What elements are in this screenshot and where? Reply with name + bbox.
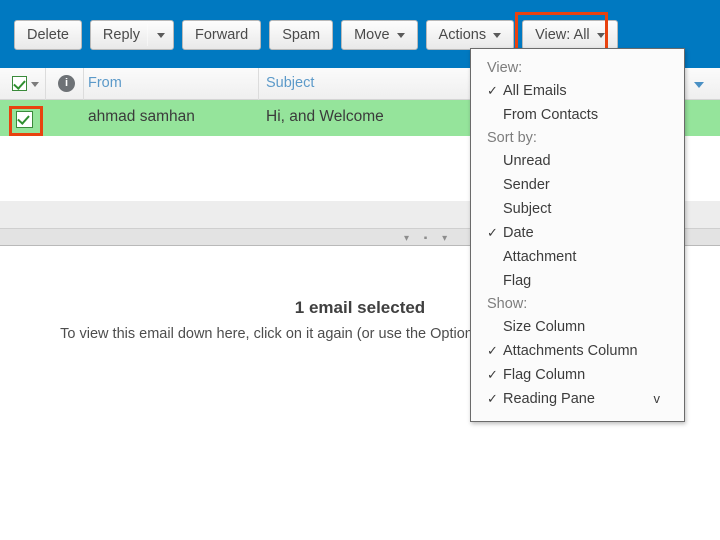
menu-item-label: Size Column [503, 319, 586, 335]
menu-item-label: Flag [503, 273, 532, 289]
menu-item-label: From Contacts [503, 107, 599, 123]
move-button[interactable]: Move [341, 20, 418, 50]
menu-item-label: All Emails [503, 83, 567, 99]
submenu-chevron-icon: v [653, 391, 661, 406]
menu-item-from-contacts[interactable]: From Contacts [471, 103, 684, 127]
move-button-label: Move [354, 27, 390, 43]
view-button[interactable]: View: All [522, 20, 618, 50]
splitter-grip-icon: ▾ ▪ ▾ [404, 233, 454, 244]
menu-item-unread[interactable]: Unread [471, 149, 684, 173]
column-header-from[interactable]: From [88, 75, 122, 91]
menu-item-label: Sender [503, 177, 550, 193]
check-icon: ✓ [487, 83, 498, 98]
menu-item-label: Attachment [503, 249, 577, 265]
message-checkbox-highlight-box [9, 106, 43, 136]
spam-button-label: Spam [282, 27, 321, 43]
check-icon: ✓ [487, 391, 498, 406]
select-all-chevron-down-icon[interactable] [31, 82, 39, 87]
actions-button-label: Actions [438, 27, 487, 43]
menu-item-attachments-column[interactable]: ✓ Attachments Column [471, 339, 684, 363]
chevron-down-icon [493, 32, 502, 38]
menu-item-size-column[interactable]: Size Column [471, 315, 684, 339]
view-dropdown-menu[interactable]: View: ✓ All Emails From Contacts Sort by… [470, 48, 685, 422]
menu-item-label: Reading Pane [503, 391, 595, 407]
select-all-checkbox[interactable] [12, 76, 27, 91]
spam-button[interactable]: Spam [269, 20, 334, 50]
menu-item-label: Attachments Column [503, 343, 638, 359]
menu-section-sort-by: Sort by: [487, 130, 537, 146]
forward-button-label: Forward [195, 27, 249, 43]
menu-item-label: Unread [503, 153, 551, 169]
reply-button-label: Reply [102, 27, 140, 43]
column-divider [45, 68, 46, 100]
menu-item-all-emails[interactable]: ✓ All Emails [471, 79, 684, 103]
check-icon: ✓ [487, 343, 498, 358]
menu-item-sender[interactable]: Sender [471, 173, 684, 197]
chevron-down-icon [596, 32, 605, 38]
delete-button-label: Delete [27, 27, 69, 43]
view-button-label: View: All [535, 27, 590, 43]
chevron-down-icon [157, 32, 165, 38]
menu-section-view: View: [487, 60, 523, 76]
menu-item-label: Flag Column [503, 367, 586, 383]
list-options-chevron-down-icon[interactable] [694, 82, 704, 88]
menu-item-date[interactable]: ✓ Date [471, 221, 684, 245]
message-sender: ahmad samhan [88, 108, 195, 125]
view-button-wrapper: View: All [515, 12, 618, 58]
message-subject: Hi, and Welcome [266, 108, 384, 125]
actions-button[interactable]: Actions [425, 20, 515, 50]
column-divider [258, 68, 259, 100]
menu-item-attachment[interactable]: Attachment [471, 245, 684, 269]
attachment-column-icon[interactable]: i [58, 75, 75, 92]
menu-item-flag[interactable]: Flag [471, 269, 684, 293]
forward-button[interactable]: Forward [182, 20, 262, 50]
column-divider [83, 68, 84, 100]
column-header-subject[interactable]: Subject [266, 75, 314, 91]
menu-item-label: Date [503, 225, 534, 241]
reply-button-divider [147, 24, 148, 46]
check-icon: ✓ [487, 367, 498, 382]
reply-button[interactable]: Reply [89, 20, 174, 50]
menu-item-flag-column[interactable]: ✓ Flag Column [471, 363, 684, 387]
menu-item-subject[interactable]: Subject [471, 197, 684, 221]
check-icon: ✓ [487, 225, 498, 240]
chevron-down-icon [396, 32, 405, 38]
menu-item-reading-pane[interactable]: ✓ Reading Pane v [471, 387, 684, 411]
menu-section-show: Show: [487, 296, 528, 312]
delete-button[interactable]: Delete [14, 20, 82, 50]
menu-item-label: Subject [503, 201, 552, 217]
toolbar-button-group: Delete Reply Forward Spam Move Actions V… [14, 12, 618, 58]
